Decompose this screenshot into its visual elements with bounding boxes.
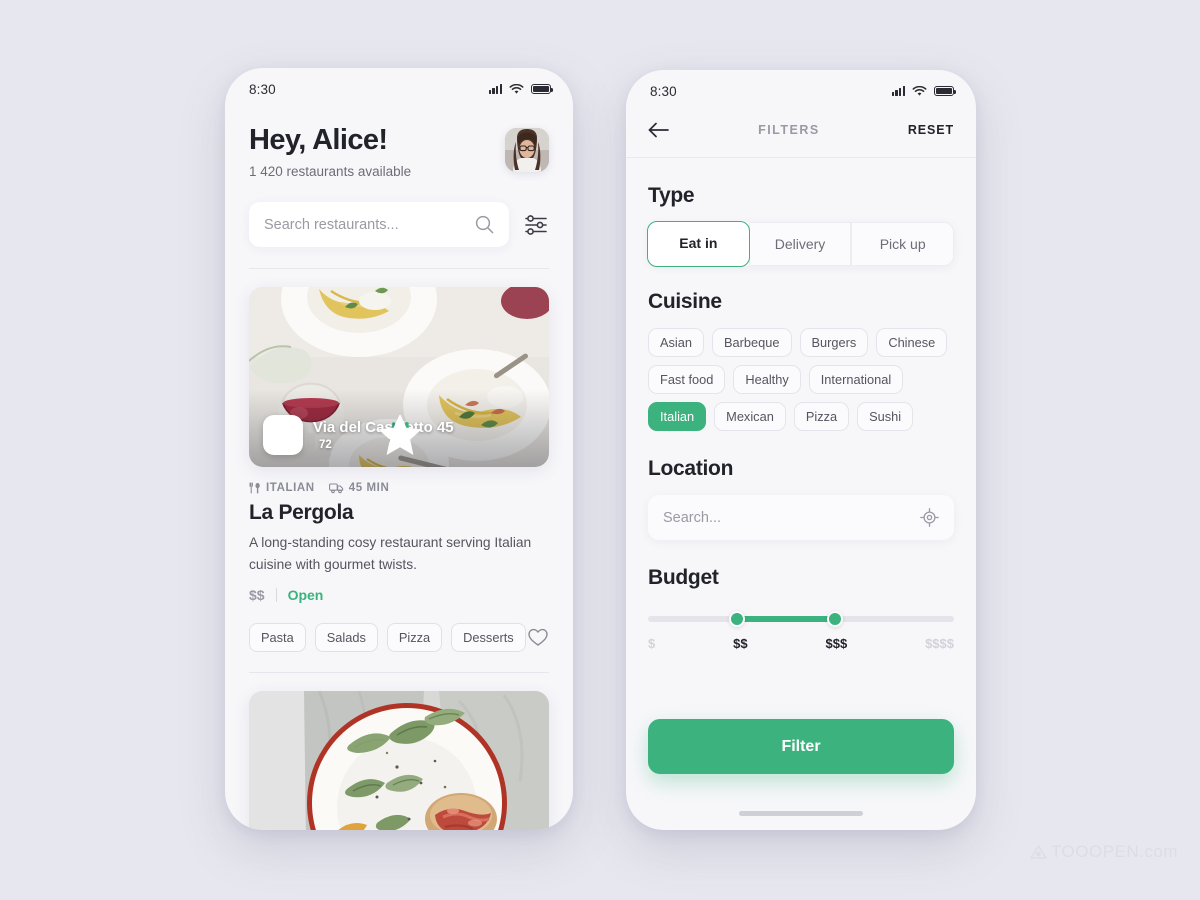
budget-range-slider[interactable] xyxy=(648,611,954,627)
price-level: $$ xyxy=(249,586,265,603)
navbar-title: FILTERS xyxy=(758,123,820,137)
reset-button[interactable]: RESET xyxy=(908,123,954,137)
hero-info: Via del Casaletto 45 72 xyxy=(263,415,537,455)
star-outline-icon xyxy=(378,415,422,455)
tag-chip[interactable]: Pizza xyxy=(386,622,443,652)
status-badge: Open xyxy=(287,586,324,603)
type-section-title: Type xyxy=(648,184,695,207)
cuisine-section-title: Cuisine xyxy=(648,290,722,313)
search-row xyxy=(225,179,573,247)
avatar[interactable] xyxy=(505,128,549,172)
restaurant-name: La Pergola xyxy=(249,501,354,524)
location-search-box[interactable] xyxy=(648,495,954,540)
home-screen-phone: 8:30 Hey, Alice! 1 420 restaurants avail… xyxy=(225,68,573,830)
budget-labels: $ $$ $$$ $$$$ xyxy=(648,636,954,651)
watermark-logo-icon xyxy=(1030,844,1047,859)
heart-outline-icon[interactable] xyxy=(527,626,549,648)
filters-navbar: FILTERS RESET xyxy=(626,112,976,158)
rating-row: 72 xyxy=(313,415,454,455)
wifi-icon xyxy=(912,85,927,96)
slider-track-fill xyxy=(736,616,835,622)
status-icons xyxy=(488,83,554,95)
type-option-delivery[interactable]: Delivery xyxy=(748,222,852,266)
cellular-signal-icon xyxy=(488,84,502,94)
budget-label-2: $$ xyxy=(733,636,748,651)
card-divider xyxy=(249,671,549,673)
cuisine-chip-list: Asian Barbeque Burgers Chinese Fast food… xyxy=(648,328,954,431)
hero-text-block: Via del Casaletto 45 72 xyxy=(313,415,454,455)
budget-section: Budget $ $$ $$$ $$$$ xyxy=(626,566,976,651)
cuisine-chip-chinese[interactable]: Chinese xyxy=(876,328,948,357)
cutlery-icon xyxy=(249,482,260,494)
cuisine-section: Cuisine Asian Barbeque Burgers Chinese F… xyxy=(626,290,976,431)
search-icon[interactable] xyxy=(475,215,494,234)
cuisine-chip-healthy[interactable]: Healthy xyxy=(733,365,801,394)
type-section: Type Eat in Delivery Pick up xyxy=(626,184,976,267)
restaurants-available-count: 1 420 restaurants available xyxy=(249,164,412,179)
cuisine-label: ITALIAN xyxy=(266,482,315,494)
crosshair-location-icon[interactable] xyxy=(920,508,939,527)
wifi-icon xyxy=(509,83,524,94)
search-input[interactable] xyxy=(264,216,475,233)
restaurant-hero-image[interactable]: Via del Casaletto 45 72 xyxy=(249,287,549,467)
restaurant-meta-row: ITALIAN 45 MIN xyxy=(249,482,549,494)
type-option-eat-in[interactable]: Eat in xyxy=(647,221,750,267)
cuisine-chip-sushi[interactable]: Sushi xyxy=(857,402,914,431)
price-status-row: $$ Open xyxy=(249,587,549,603)
delivery-time-meta: 45 MIN xyxy=(328,482,390,494)
cuisine-chip-mexican[interactable]: Mexican xyxy=(714,402,786,431)
location-section-title: Location xyxy=(648,457,734,480)
greeting-text-block: Hey, Alice! 1 420 restaurants available xyxy=(249,124,411,179)
tag-chip[interactable]: Salads xyxy=(314,622,378,652)
cuisine-meta: ITALIAN xyxy=(249,482,315,494)
cuisine-chip-pizza[interactable]: Pizza xyxy=(793,402,850,431)
status-icons xyxy=(891,85,957,97)
cuisine-chip-asian[interactable]: Asian xyxy=(648,328,705,357)
apply-filter-button[interactable]: Filter xyxy=(648,719,954,774)
status-time: 8:30 xyxy=(650,83,677,99)
status-bar: 8:30 xyxy=(225,68,573,110)
cuisine-chip-international[interactable]: International xyxy=(808,365,904,394)
restaurant-card[interactable]: Via del Casaletto 45 72 ITALIAN 45 MIN L… xyxy=(225,269,573,652)
type-segmented-control: Eat in Delivery Pick up xyxy=(647,221,955,267)
location-search-input[interactable] xyxy=(663,509,920,526)
status-bar: 8:30 xyxy=(626,70,976,112)
tags-row: Pasta Salads Pizza Desserts xyxy=(249,622,549,652)
back-arrow-icon[interactable] xyxy=(648,121,670,139)
location-section: Location xyxy=(626,457,976,540)
cuisine-chip-burgers[interactable]: Burgers xyxy=(799,328,869,357)
battery-icon xyxy=(934,85,957,97)
restaurant-description: A long-standing cosy restaurant serving … xyxy=(249,535,532,572)
search-box[interactable] xyxy=(249,202,509,247)
cuisine-chip-barbeque[interactable]: Barbeque xyxy=(712,328,792,357)
watermark-text: TOOOPEN.com xyxy=(1050,842,1178,861)
cellular-signal-icon xyxy=(891,86,905,96)
cuisine-chip-fast-food[interactable]: Fast food xyxy=(648,365,726,394)
budget-label-1: $ xyxy=(648,636,656,651)
tag-chip[interactable]: Desserts xyxy=(451,622,526,652)
delivery-time-label: 45 MIN xyxy=(348,482,390,494)
tag-list: Pasta Salads Pizza Desserts xyxy=(249,622,526,652)
delivery-truck-icon xyxy=(328,483,343,494)
price-separator xyxy=(275,587,277,602)
budget-section-title: Budget xyxy=(648,566,719,589)
home-indicator xyxy=(739,811,863,816)
next-restaurant-hero-image[interactable] xyxy=(249,690,549,830)
budget-label-3: $$$ xyxy=(825,636,848,651)
greeting-row: Hey, Alice! 1 420 restaurants available xyxy=(225,110,573,179)
budget-label-4: $$$$ xyxy=(925,636,954,651)
cuisine-chip-italian[interactable]: Italian xyxy=(648,402,707,431)
type-option-pick-up[interactable]: Pick up xyxy=(851,222,955,266)
status-time: 8:30 xyxy=(249,81,276,97)
watermark: TOOOPEN.com xyxy=(1030,842,1178,862)
slider-knob-end[interactable] xyxy=(826,611,843,627)
sliders-filter-icon[interactable] xyxy=(523,212,549,238)
filters-screen-phone: 8:30 FILTERS RESET Type Eat in Delivery … xyxy=(626,70,976,830)
tag-chip[interactable]: Pasta xyxy=(249,622,306,652)
battery-icon xyxy=(531,83,554,95)
slider-knob-start[interactable] xyxy=(728,611,745,627)
page-title: Hey, Alice! xyxy=(249,124,388,156)
